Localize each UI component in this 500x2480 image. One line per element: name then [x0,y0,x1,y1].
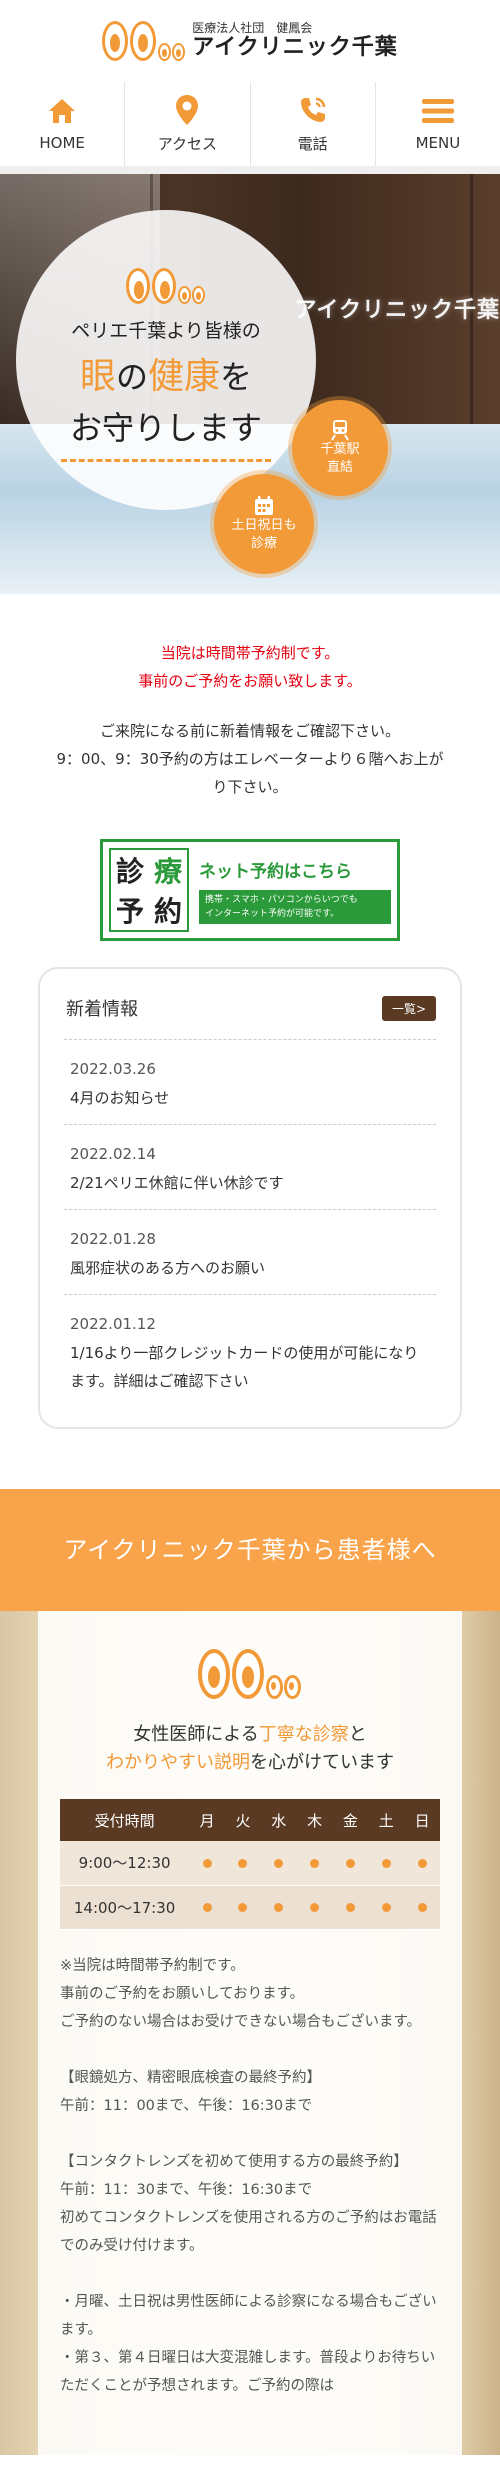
message-heading-band: アイクリニック千葉から患者様へ [0,1489,500,1611]
news-text: 2/21ペリエ休館に伴い休診です [70,1174,284,1192]
open-dot-icon [202,1903,212,1912]
open-dot-icon [345,1858,355,1868]
hours-afternoon: 14:00〜17:30 [60,1885,190,1930]
hours-header-time: 受付時間 [60,1799,190,1841]
open-dot-icon [381,1858,391,1868]
nav-menu[interactable]: MENU [376,82,500,166]
news-date: 2022.01.12 [70,1315,156,1333]
nav-access[interactable]: アクセス [125,82,251,166]
reservation-subtext: 携帯・スマホ・パソコンからいつでも インターネット予約が可能です。 [199,889,391,924]
hero-message: ペリエ千葉より皆様の 眼の健康を お守りします [16,210,316,510]
hero-line1: ペリエ千葉より皆様の [71,320,261,342]
open-dot-icon [274,1903,284,1912]
message-panel: 女性医師による丁寧な診察と わかりやすい説明を心がけています 受付時間 月 火 … [38,1611,462,2455]
hero-banner: アイクリニック千葉 ペリエ千葉より皆様の 眼の健康を お守りします 千葉駅 直結… [0,174,500,594]
table-row: 14:00〜17:30 [60,1885,440,1930]
news-item[interactable]: 2022.02.14 2/21ペリエ休館に伴い休診です [64,1124,436,1209]
open-dot-icon [417,1858,427,1868]
hours-table: 受付時間 月 火 水 木 金 土 日 9:00〜12:30 14:00〜17:3… [60,1799,440,1930]
hamburger-icon [421,96,454,126]
message-tagline-1: 女性医師による丁寧な診察と [133,1724,367,1745]
train-icon [331,420,349,441]
news-text: 4月のお知らせ [70,1089,170,1107]
open-dot-icon [238,1903,248,1912]
open-dot-icon [381,1903,391,1912]
news-text: 風邪症状のある方へのお願い [70,1259,266,1277]
nav-phone[interactable]: 電話 [251,82,376,166]
news-item[interactable]: 2022.03.26 4月のお知らせ [64,1039,436,1124]
logo-subtitle: 医療法人社団 健鳳会 [192,21,313,36]
open-dot-icon [310,1858,320,1868]
open-dot-icon [274,1858,284,1868]
hero-line3: お守りします [69,409,262,447]
main-nav: HOME アクセス 電話 MENU [0,82,500,174]
news-panel: 新着情報 一覧> 2022.03.26 4月のお知らせ 2022.02.14 2… [38,967,462,1429]
open-dot-icon [238,1858,248,1868]
clinic-logo[interactable]: 医療法人社団 健鳳会 アイクリニック千葉 [102,21,397,61]
nav-home[interactable]: HOME [0,82,126,166]
logo-eyes-icon [102,21,186,61]
message-notes: ※当院は時間帯予約制です。 事前のご予約をお願いしております。 ご予約のない場合… [60,1957,437,2394]
notice-section: 当院は時間帯予約制です。 事前のご予約をお願い致します。 ご来院になる前に新着情… [0,594,500,801]
weekend-badge: 土日祝日も 診療 [214,474,314,574]
news-date: 2022.03.26 [70,1060,156,1078]
reservation-title: ネット予約はこちら [199,861,352,882]
news-date: 2022.01.28 [70,1230,156,1248]
hero-line2: 眼の健康を [79,356,253,397]
reservation-logo: 診 療 予 約 [109,848,189,932]
news-item[interactable]: 2022.01.28 風邪症状のある方へのお願い [64,1209,436,1294]
news-list-button[interactable]: 一覧> [381,995,436,1021]
nav-home-label: HOME [39,134,85,152]
news-item[interactable]: 2022.01.12 1/16より一部クレジットカードの使用が可能になります。詳… [64,1294,436,1407]
open-dot-icon [202,1858,212,1868]
open-dot-icon [345,1903,355,1912]
reservation-notice: 当院は時間帯予約制です。 事前のご予約をお願い致します。 [138,644,362,690]
open-dot-icon [417,1903,427,1912]
net-reservation-button[interactable]: 診 療 予 約 ネット予約はこちら 携帯・スマホ・パソコンからいつでも インター… [100,839,400,941]
message-tagline-2: わかりやすい説明を心がけています [106,1752,394,1773]
hours-morning: 9:00〜12:30 [60,1841,190,1886]
message-heading: アイクリニック千葉から患者様へ [63,1536,437,1564]
map-pin-icon [175,94,199,125]
hero-eyes-icon [126,268,206,304]
logo-title: アイクリニック千葉 [192,34,398,60]
open-dot-icon [310,1903,320,1912]
table-row: 9:00〜12:30 [60,1841,440,1886]
site-header: 医療法人社団 健鳳会 アイクリニック千葉 [0,0,500,82]
calendar-icon [255,496,273,516]
news-date: 2022.02.14 [70,1145,156,1163]
news-text: 1/16より一部クレジットカードの使用が可能になります。詳細はご確認下さい [70,1344,419,1390]
hero-clinic-sign: アイクリニック千葉 [294,298,500,323]
news-title: 新着情報 [66,999,138,1020]
station-badge: 千葉駅 直結 [292,400,388,496]
message-section: 女性医師による丁寧な診察と わかりやすい説明を心がけています 受付時間 月 火 … [0,1611,500,2455]
visit-notice: ご来院になる前に新着情報をご確認下さい。 9：00、9：30予約の方はエレベータ… [56,722,444,796]
message-eyes-icon [60,1649,440,1699]
nav-phone-label: 電話 [297,134,328,153]
nav-access-label: アクセス [157,134,217,153]
phone-icon [298,95,328,125]
nav-menu-label: MENU [415,134,461,152]
home-icon [47,96,77,126]
